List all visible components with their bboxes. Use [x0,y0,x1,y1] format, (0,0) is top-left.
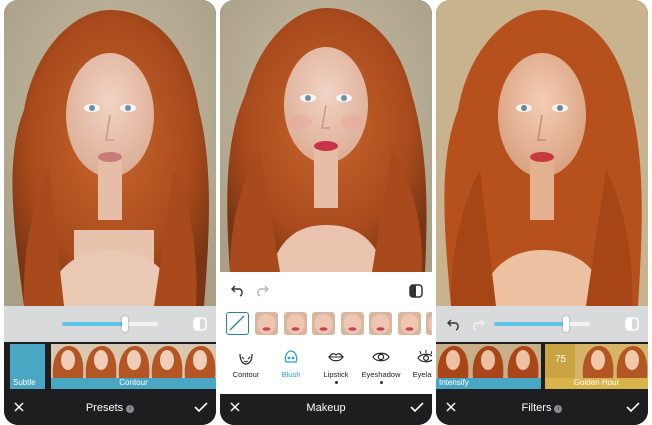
check-icon[interactable] [626,401,640,413]
swatch-none[interactable] [226,312,249,335]
indicator-dot [379,381,383,384]
bottom-bar: Filters i [436,394,648,425]
filters-screen: Intensify 75 Golden Hour Filters i [436,0,648,425]
info-icon[interactable]: i [554,405,563,413]
blush-swatch[interactable] [397,312,421,335]
undo-icon[interactable] [230,283,246,297]
intensity-slider[interactable] [494,316,590,332]
portrait-photo [436,0,648,306]
blush-swatch[interactable] [340,312,364,335]
history-bar [220,272,432,308]
eye-icon [372,352,390,362]
blush-swatch[interactable] [255,312,278,335]
preset-thumbnails [51,344,216,378]
blush-swatch[interactable] [426,312,432,335]
tool-label: Blush [281,370,301,379]
tool-eyelash[interactable]: Eyelash [402,348,432,379]
presets-strip: Subtle Contour [4,342,216,390]
indicator-dot [334,381,338,384]
panel-title: Filters [521,402,552,414]
check-icon[interactable] [410,401,424,413]
makeup-panel: Contour Blush Lipstick Eyeshadow Eyela [220,308,432,394]
filter-value: 75 [555,354,567,365]
panel-title: Presets [85,402,124,414]
preset-tile-subtle[interactable]: Subtle [10,344,45,389]
slider-handle[interactable] [563,316,569,332]
tool-label: Eyelash [412,370,432,379]
filters-strip: Intensify 75 Golden Hour [436,342,648,390]
makeup-screen: Contour Blush Lipstick Eyeshadow Eyela M… [220,0,432,425]
panel-title-row: Filters i [436,402,648,414]
filter-label: Golden Hour [573,378,620,387]
tool-label: Lipstick [323,370,349,379]
blush-swatch[interactable] [312,312,335,335]
intensity-bar [4,306,216,342]
compare-icon[interactable] [192,316,208,332]
compare-icon[interactable] [624,316,640,332]
compare-icon[interactable] [408,283,424,299]
filter-label: Intensify [439,378,469,387]
filter-thumbnails [436,344,541,378]
tool-label: Contour [232,370,260,379]
check-icon[interactable] [194,401,208,413]
tool-label: Eyeshadow [361,370,401,379]
bottom-bar: Makeup [220,394,432,425]
undo-icon[interactable] [446,317,462,331]
bottom-bar: Presets i [4,394,216,425]
info-icon[interactable]: i [126,405,135,413]
panel-title: Makeup [306,402,346,414]
preset-tile-contour[interactable]: Contour [51,344,216,389]
portrait-photo [4,0,216,306]
presets-screen: Subtle Contour Presets i [4,0,216,425]
blush-icon [284,350,298,363]
intensity-slider[interactable] [62,316,158,332]
intensity-bar [436,306,648,342]
tool-blush[interactable]: Blush [267,348,315,379]
preset-label: Subtle [13,378,36,387]
contour-icon [239,353,253,365]
no-style-icon [229,315,245,331]
tool-lipstick[interactable]: Lipstick [312,348,360,384]
tool-eyeshadow[interactable]: Eyeshadow [357,348,405,384]
preset-label: Contour [119,378,148,387]
filter-tile-golden-hour[interactable]: 75 Golden Hour [545,344,648,389]
blush-swatch[interactable] [369,312,392,335]
blush-swatch[interactable] [283,312,307,335]
lips-icon [328,353,344,362]
filter-tile-intensify[interactable]: Intensify [436,344,541,389]
slider-handle[interactable] [122,316,128,332]
tool-contour[interactable]: Contour [222,348,270,379]
panel-title-row: Presets i [4,402,216,414]
redo-icon[interactable] [470,317,486,331]
portrait-photo [220,0,432,272]
redo-icon[interactable] [254,283,270,297]
eyelash-icon [417,350,432,363]
